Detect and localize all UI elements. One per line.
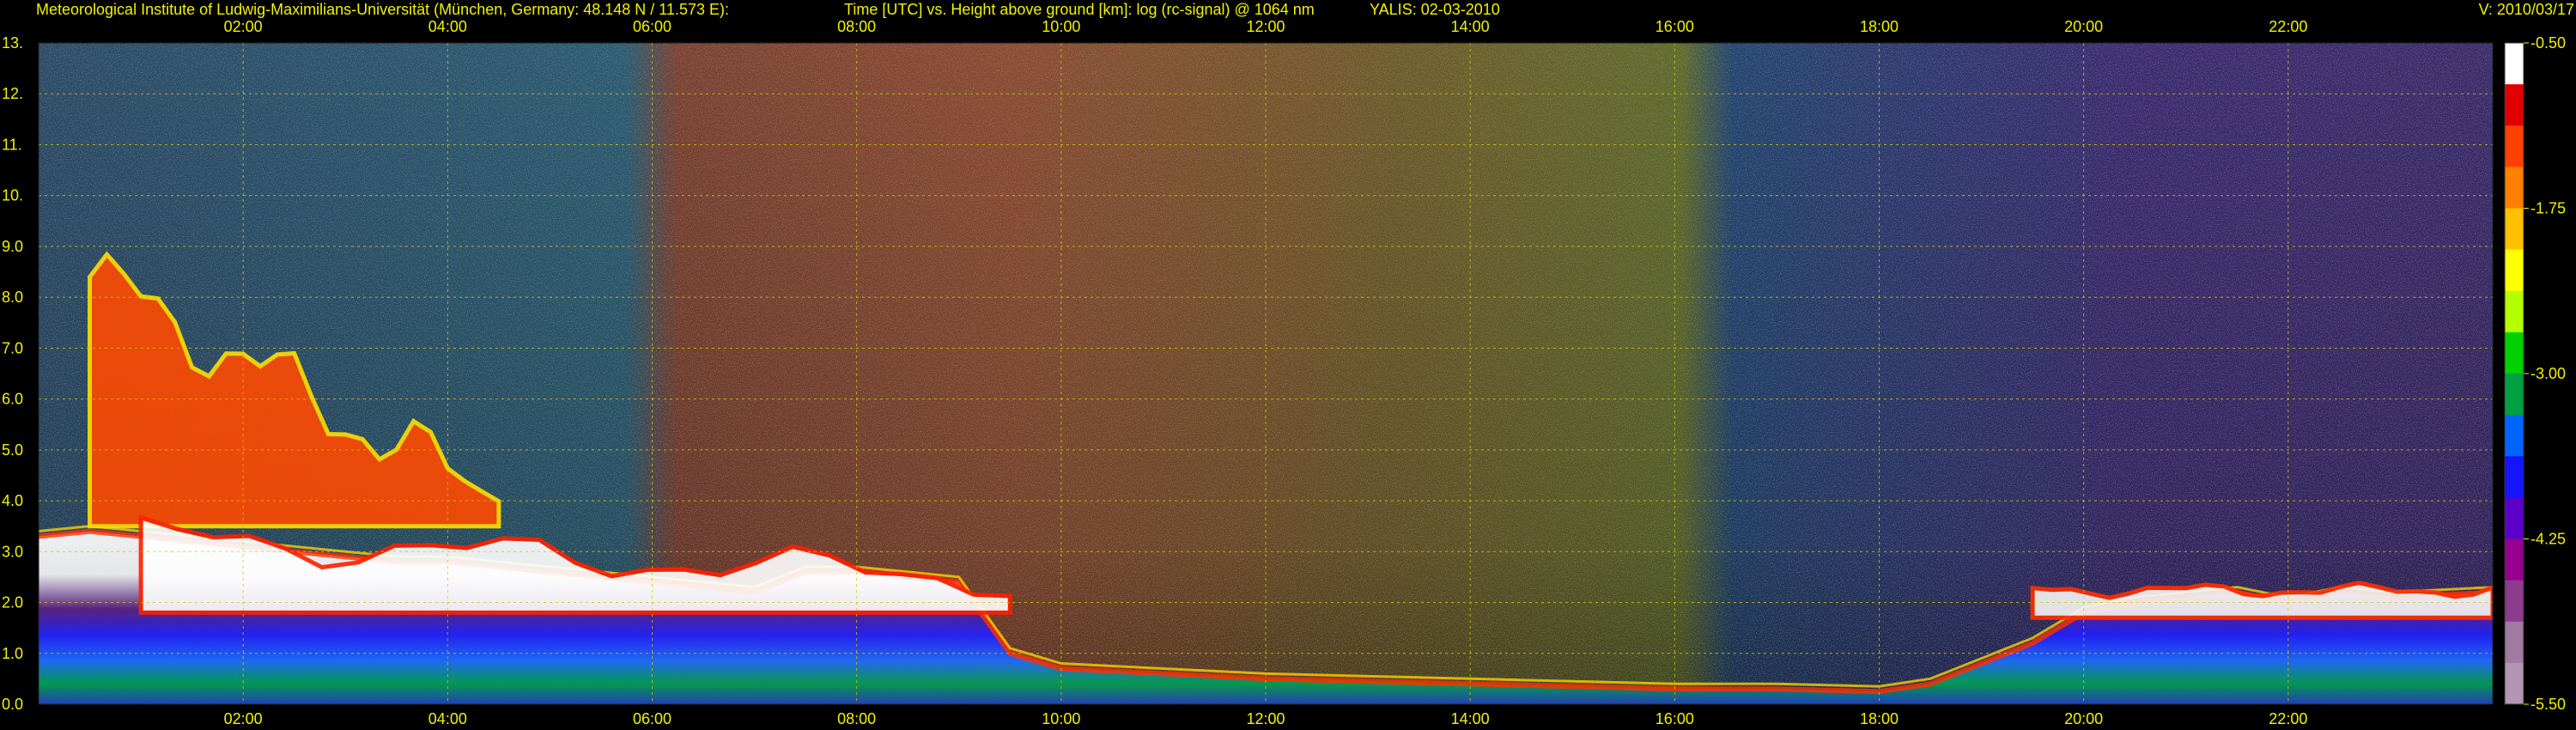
x-tick-label-bottom: 20:00 bbox=[2064, 710, 2103, 727]
x-tick-label-top: 06:00 bbox=[633, 18, 671, 35]
x-tick-label-top: 02:00 bbox=[224, 18, 263, 35]
y-tick-label: 7.0 bbox=[2, 339, 23, 356]
y-tick-label: 1.0 bbox=[2, 645, 23, 662]
y-tick-label: 0.0 bbox=[2, 696, 23, 713]
y-tick-label: 5.0 bbox=[2, 441, 23, 459]
x-tick-label-bottom: 04:00 bbox=[428, 710, 467, 727]
colorbar-tick-label: -3.00 bbox=[2530, 365, 2566, 382]
x-tick-label-top: 18:00 bbox=[1860, 18, 1899, 35]
colorbar-segment bbox=[2505, 662, 2524, 705]
x-tick-label-bottom: 12:00 bbox=[1246, 710, 1285, 727]
x-tick-label-bottom: 16:00 bbox=[1656, 710, 1694, 727]
x-tick-label-bottom: 18:00 bbox=[1860, 710, 1899, 727]
colorbar-tick-label: -4.25 bbox=[2530, 531, 2566, 548]
y-tick-label: 4.0 bbox=[2, 492, 23, 509]
y-tick-label: 6.0 bbox=[2, 391, 23, 408]
colorbar-segment bbox=[2505, 84, 2524, 126]
y-tick-label: 12. bbox=[2, 85, 23, 102]
colorbar: -0.50 -1.75 -3.00 -4.25 -5.50 bbox=[2504, 34, 2566, 713]
colorbar-segment bbox=[2505, 415, 2524, 457]
colorbar-tick-label: -1.75 bbox=[2530, 200, 2566, 217]
colorbar-segment bbox=[2505, 125, 2524, 167]
x-tick-label-top: 14:00 bbox=[1451, 18, 1490, 35]
y-tick-label: 10. bbox=[2, 187, 23, 204]
x-tick-label-top: 20:00 bbox=[2064, 18, 2103, 35]
x-tick-label-bottom: 06:00 bbox=[633, 710, 671, 727]
y-tick-label: 9.0 bbox=[2, 238, 23, 255]
lidar-time-height-chart: 02:00 02:00 04:00 04:00 06:00 06:00 08:00 08:00… bbox=[2, 18, 2566, 727]
colorbar-segment bbox=[2505, 249, 2524, 292]
colorbar-segment bbox=[2505, 167, 2524, 209]
x-tick-label-top: 10:00 bbox=[1042, 18, 1080, 35]
colorbar-tick-label: -5.50 bbox=[2530, 696, 2566, 713]
x-tick-label-top: 12:00 bbox=[1246, 18, 1285, 35]
x-tick-label-bottom: 08:00 bbox=[837, 710, 876, 727]
x-tick-label-top: 16:00 bbox=[1656, 18, 1694, 35]
x-tick-label-top: 22:00 bbox=[2269, 18, 2307, 35]
x-tick-label-bottom: 14:00 bbox=[1451, 710, 1490, 727]
colorbar-segment bbox=[2505, 456, 2524, 498]
y-tick-label: 2.0 bbox=[2, 594, 23, 611]
colorbar-segment bbox=[2505, 621, 2524, 664]
y-tick-label: 8.0 bbox=[2, 289, 23, 306]
colorbar-segment bbox=[2505, 497, 2524, 539]
colorbar-segment bbox=[2505, 208, 2524, 251]
x-tick-label-bottom: 10:00 bbox=[1042, 710, 1080, 727]
x-tick-label-bottom: 02:00 bbox=[224, 710, 263, 727]
colorbar-segment bbox=[2505, 332, 2524, 374]
x-tick-label-top: 04:00 bbox=[428, 18, 467, 35]
y-tick-label: 3.0 bbox=[2, 543, 23, 560]
x-tick-label-top: 08:00 bbox=[837, 18, 876, 35]
colorbar-segment bbox=[2505, 374, 2524, 416]
x-tick-label-bottom: 22:00 bbox=[2269, 710, 2307, 727]
colorbar-segment bbox=[2505, 43, 2524, 85]
colorbar-segment bbox=[2505, 290, 2524, 333]
colorbar-tick-label: -0.50 bbox=[2530, 34, 2566, 52]
colorbar-segment bbox=[2505, 580, 2524, 623]
colorbar-segment bbox=[2505, 538, 2524, 581]
y-tick-label: 13. bbox=[2, 34, 23, 52]
y-tick-label: 11. bbox=[2, 136, 22, 153]
